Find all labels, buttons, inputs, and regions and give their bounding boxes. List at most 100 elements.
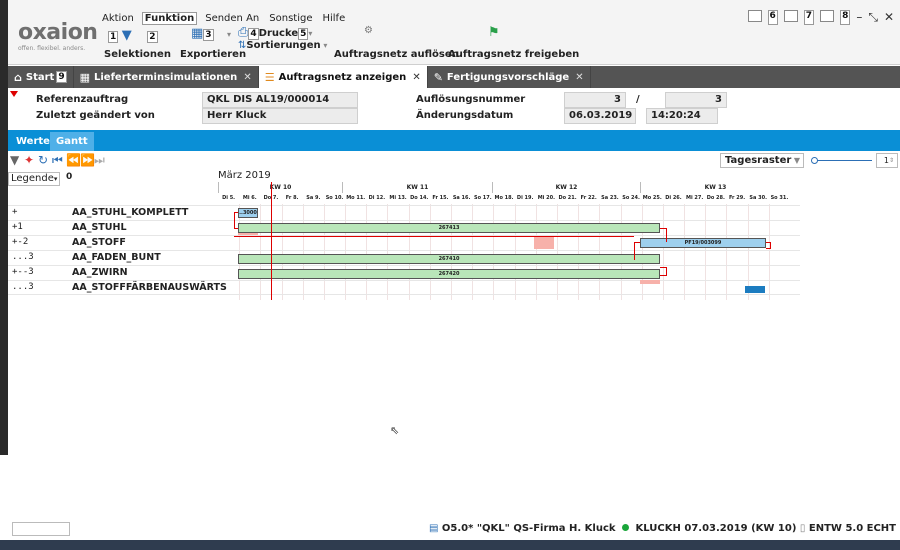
tab-start[interactable]: ⌂ Start 9 <box>8 66 74 88</box>
zoom-slider-handle[interactable] <box>811 157 818 164</box>
menu-sonstige[interactable]: Sonstige <box>267 12 314 25</box>
exportieren-icon-button[interactable]: ▦ 3 ▾ <box>191 26 231 41</box>
pin-icon[interactable]: ✦ <box>24 153 34 167</box>
refresh-icon[interactable]: ↻ <box>38 153 48 167</box>
sortierungen-label: Sortierungen <box>246 40 321 51</box>
section-tabs: Werte Gantt <box>8 130 900 151</box>
raster-select[interactable]: Tagesraster ▼ <box>720 153 804 168</box>
geaendert-von-label: Zuletzt geändert von <box>36 110 155 121</box>
close-icon[interactable]: ✕ <box>884 10 894 25</box>
close-tab-icon[interactable]: ✕ <box>243 72 251 83</box>
spinner-arrows-icon: ⇕ <box>888 157 894 164</box>
close-tab-icon[interactable]: ✕ <box>575 72 583 83</box>
gantt-bar[interactable] <box>745 286 765 293</box>
next-icon[interactable]: ⏩ <box>80 153 95 167</box>
day-header-row: Di 5. Mi 6. Do 7. Fr 8. Sa 9. So 10. Mo 11. Di … <box>218 193 800 204</box>
first-icon[interactable]: ⏮ <box>52 153 63 168</box>
chevron-down-icon: ▾ <box>308 29 313 38</box>
row-name: AA_FADEN_BUNT <box>72 252 161 263</box>
gantt-toolbar: ▼ ✦ ↻ ⏮ ⏪ ⏩ ⏭ Tagesraster ▼ 1 ⇕ <box>8 152 900 170</box>
status-input[interactable] <box>12 522 70 536</box>
legende-dropdown[interactable]: Legende▾ <box>8 172 60 186</box>
key-hint-4: 4 <box>248 28 259 40</box>
overdue-marker <box>534 237 554 249</box>
tab-lieferterminsimulationen-label: Lieferterminsimulationen <box>94 71 238 83</box>
minimize-icon[interactable]: – <box>856 10 862 25</box>
tab-lieferterminsimulationen[interactable]: ▦ Lieferterminsimulationen ✕ <box>74 66 259 88</box>
dependency-link <box>234 228 238 229</box>
day-header: Mi 20. <box>537 195 555 201</box>
sortierungen-button[interactable]: ⇅Sortierungen ▾ <box>238 40 327 51</box>
aufloesungsnummer-field[interactable]: 3 <box>564 92 626 108</box>
dependency-link <box>234 236 634 237</box>
gantt-bar[interactable]: PF19/003099 <box>640 238 766 248</box>
row-name: AA_ZWIRN <box>72 267 128 278</box>
aenderungszeit-field[interactable]: 14:20:24 <box>646 108 718 124</box>
gantt-bar[interactable]: 267420 <box>238 269 660 279</box>
auftragsnetz-aufloesen-button[interactable]: Auftragsnetz auflösen <box>334 49 459 60</box>
day-header: Do 21. <box>558 195 577 201</box>
menu-funktion[interactable]: Funktion <box>141 12 198 25</box>
raster-select-value: Tagesraster <box>725 155 792 166</box>
aenderungsdatum-label: Änderungsdatum <box>416 110 514 121</box>
status-user: KLUCKH <box>635 523 681 534</box>
row-level: ...3 <box>12 252 34 262</box>
aufloesungsnummer-field-2[interactable]: 3 <box>665 92 727 108</box>
referenzauftrag-label: Referenzauftrag <box>36 94 129 105</box>
status-environment: ENTW 5.0 ECHT <box>808 523 896 534</box>
auftragsnetz-freigeben-button[interactable]: Auftragsnetz freigeben <box>448 49 579 60</box>
exportieren-button[interactable]: Exportieren <box>180 49 246 60</box>
day-header: Mo 18. <box>494 195 514 201</box>
row-name: AA_STUHL_KOMPLETT <box>72 207 189 218</box>
filter-icon[interactable]: ▼ <box>10 153 19 167</box>
note-icon[interactable] <box>783 10 798 22</box>
filter-icon: ▼ <box>121 28 132 43</box>
window-controls: 6 7 8 – ⤡ ✕ <box>747 10 894 25</box>
gantt-bar[interactable]: 267410 <box>238 254 660 264</box>
gantt-row[interactable]: ...3 AA_STOFFFÄRBENAUSWÄRTS <box>8 280 800 295</box>
week-header-row: KW 10 KW 11 KW 12 KW 13 <box>218 182 800 193</box>
gantt-bar[interactable]: 267413 <box>238 223 660 233</box>
day-header: Fr 8. <box>285 195 299 201</box>
legende-count: 0 <box>66 172 73 182</box>
aufloesungsnummer-label: Auflösungsnummer <box>416 94 526 105</box>
header-form: Referenzauftrag QKL DIS AL19/000014 Zule… <box>8 89 900 127</box>
drucke-button[interactable]: ⎙ 4 Drucke 5 ▾ <box>238 25 312 40</box>
geaendert-von-field[interactable]: Herr Kluck <box>202 108 358 124</box>
close-tab-icon[interactable]: ✕ <box>412 72 420 83</box>
print-icon[interactable] <box>820 10 835 22</box>
gantt-bar[interactable]: ..3000 <box>238 208 258 218</box>
selektionen-button[interactable]: Selektionen <box>104 49 171 60</box>
menu-aktion[interactable]: Aktion <box>100 12 136 25</box>
menu-hilfe[interactable]: Hilfe <box>320 12 347 25</box>
mail-icon[interactable] <box>747 10 762 22</box>
gantt-row[interactable]: + AA_STUHL_KOMPLETT <box>8 205 800 220</box>
previous-icon[interactable]: ⏪ <box>66 153 81 167</box>
zoom-slider[interactable] <box>811 157 872 164</box>
aenderungsdatum-field[interactable]: 06.03.2019 <box>564 108 636 124</box>
selektionen-filter-button[interactable]: 1 ▼ 2 <box>108 28 158 43</box>
tab-fertigungsvorschlaege[interactable]: ✎ Fertigungsvorschläge ✕ <box>428 66 591 88</box>
day-header: Sa 16. <box>452 195 471 201</box>
day-header: Mo 11. <box>346 195 366 201</box>
tab-auftragsnetz-anzeigen[interactable]: ☰ Auftragsnetz anzeigen ✕ <box>258 66 428 88</box>
last-icon[interactable]: ⏭ <box>94 153 105 168</box>
tab-gantt[interactable]: Gantt <box>50 132 94 151</box>
week-header: KW 11 <box>342 182 492 193</box>
flag-icon: ⚑ <box>488 25 500 40</box>
status-date: 07.03.2019 (KW 10) <box>684 523 797 534</box>
restore-icon[interactable]: ⤡ <box>868 10 878 25</box>
referenzauftrag-field[interactable]: QKL DIS AL19/000014 <box>202 92 358 108</box>
menu-senden-an[interactable]: Senden An <box>203 12 261 25</box>
day-header: Mo 25. <box>642 195 662 201</box>
day-header: Mi 13. <box>389 195 407 201</box>
chevron-down-icon: ▼ <box>793 156 800 165</box>
day-header: Fr 29. <box>728 195 746 201</box>
today-line <box>271 182 272 300</box>
key-hint-8: 8 <box>840 10 851 25</box>
network-icon: ⚙ <box>364 25 373 36</box>
zoom-spinner[interactable]: 1 ⇕ <box>876 153 898 168</box>
gantt-icon: ☰ <box>264 70 275 84</box>
key-hint-3: 3 <box>203 29 214 41</box>
window-left-edge <box>0 0 8 455</box>
